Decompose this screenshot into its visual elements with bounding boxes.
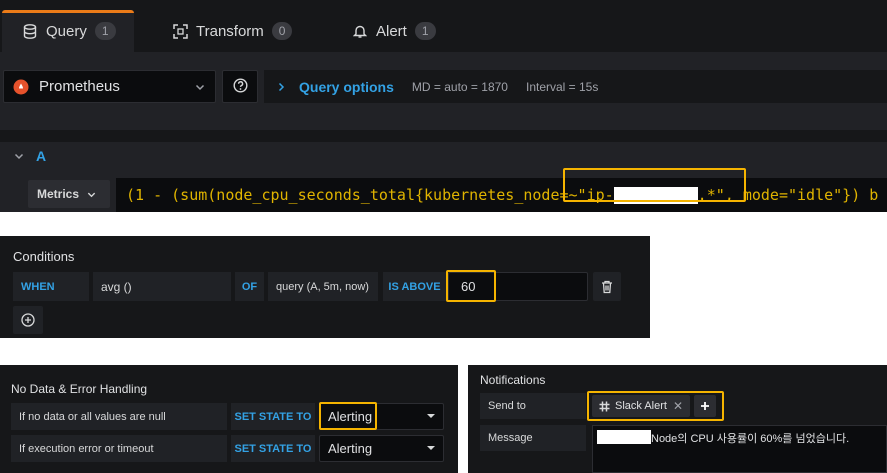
datasource-name: Prometheus — [39, 78, 120, 95]
plus-circle-icon — [21, 313, 35, 327]
tab-alert-count: 1 — [414, 22, 436, 40]
condition-evaluator-select[interactable]: IS ABOVE — [383, 272, 446, 301]
query-row-header[interactable]: A — [0, 142, 887, 170]
nodata-title: No Data & Error Handling — [11, 382, 148, 396]
collapse-icon[interactable] — [14, 151, 24, 161]
nodata-set-state-label: SET STATE TO — [231, 403, 315, 430]
delete-condition-button[interactable] — [593, 272, 621, 301]
message-textarea[interactable]: Node의 CPU 사용률이 60%를 넘었습니다. — [592, 425, 887, 473]
bell-icon — [352, 23, 368, 39]
caret-down-icon — [427, 413, 435, 419]
highlight-node-filter — [563, 168, 746, 202]
query-options-md: MD = auto = 1870 — [411, 79, 508, 94]
highlight-nodata-state — [319, 402, 377, 430]
promql-expression-input[interactable]: (1 - (sum(node_cpu_seconds_total{kuberne… — [116, 178, 887, 212]
error-row-label: If execution error or timeout — [11, 435, 227, 462]
conditions-panel: Conditions WHEN avg () OF query (A, 5m, … — [0, 236, 650, 338]
tab-query-label: Query — [46, 22, 87, 40]
error-state-value: Alerting — [328, 441, 373, 456]
add-condition-button[interactable] — [13, 306, 43, 334]
highlight-threshold — [446, 270, 496, 302]
query-editor-panel: Query 1 Transform 0 Alert 1 Prometheus Q… — [0, 0, 887, 212]
redacted-block — [597, 430, 651, 444]
chevron-right-icon — [276, 82, 286, 92]
caret-down-icon — [427, 445, 435, 451]
transform-icon — [172, 23, 188, 39]
trash-icon — [601, 280, 613, 294]
database-icon — [22, 23, 38, 39]
highlight-send-to — [587, 391, 724, 421]
nodata-row-label: If no data or all values are null — [11, 403, 227, 430]
prometheus-icon — [13, 79, 29, 95]
query-options-toggle[interactable]: Query options MD = auto = 1870 Interval … — [264, 70, 887, 103]
datasource-picker[interactable]: Prometheus — [3, 70, 216, 103]
conditions-title: Conditions — [13, 249, 75, 264]
metrics-label: Metrics — [37, 187, 80, 201]
error-set-state-label: SET STATE TO — [231, 435, 315, 462]
metrics-chevron-icon — [87, 190, 96, 199]
chevron-down-icon — [195, 81, 205, 95]
condition-of-label: OF — [235, 272, 264, 301]
tab-query-count: 1 — [94, 22, 116, 40]
promql-expression-part1: (1 - (sum(node_cpu_seconds_total{kuberne… — [126, 186, 614, 204]
metrics-button[interactable]: Metrics — [28, 180, 110, 208]
notifications-title: Notifications — [480, 373, 546, 387]
query-options-interval: Interval = 15s — [525, 79, 599, 94]
condition-reducer-select[interactable]: avg () — [93, 272, 231, 301]
error-state-select[interactable]: Alerting — [319, 435, 444, 462]
notifications-panel: Notifications Send to Slack Alert ✕ Mess… — [468, 365, 887, 473]
send-to-label: Send to — [480, 393, 586, 419]
message-text: Node의 CPU 사용률이 60%를 넘었습니다. — [651, 433, 850, 445]
query-options-label[interactable]: Query options — [299, 79, 394, 95]
nodata-panel: No Data & Error Handling If no data or a… — [0, 365, 458, 473]
tab-transform[interactable]: Transform 0 — [172, 14, 293, 48]
tab-alert-label: Alert — [376, 22, 407, 40]
tab-query[interactable]: Query 1 — [22, 14, 116, 48]
tab-transform-label: Transform — [196, 22, 264, 40]
condition-when-label: WHEN — [13, 272, 89, 301]
tab-transform-count: 0 — [271, 22, 293, 40]
help-icon — [232, 77, 248, 96]
help-button[interactable] — [222, 70, 258, 103]
message-label: Message — [480, 425, 586, 451]
tab-alert[interactable]: Alert 1 — [352, 14, 436, 48]
query-ref-id: A — [36, 148, 47, 164]
condition-query-select[interactable]: query (A, 5m, now) — [268, 272, 378, 301]
